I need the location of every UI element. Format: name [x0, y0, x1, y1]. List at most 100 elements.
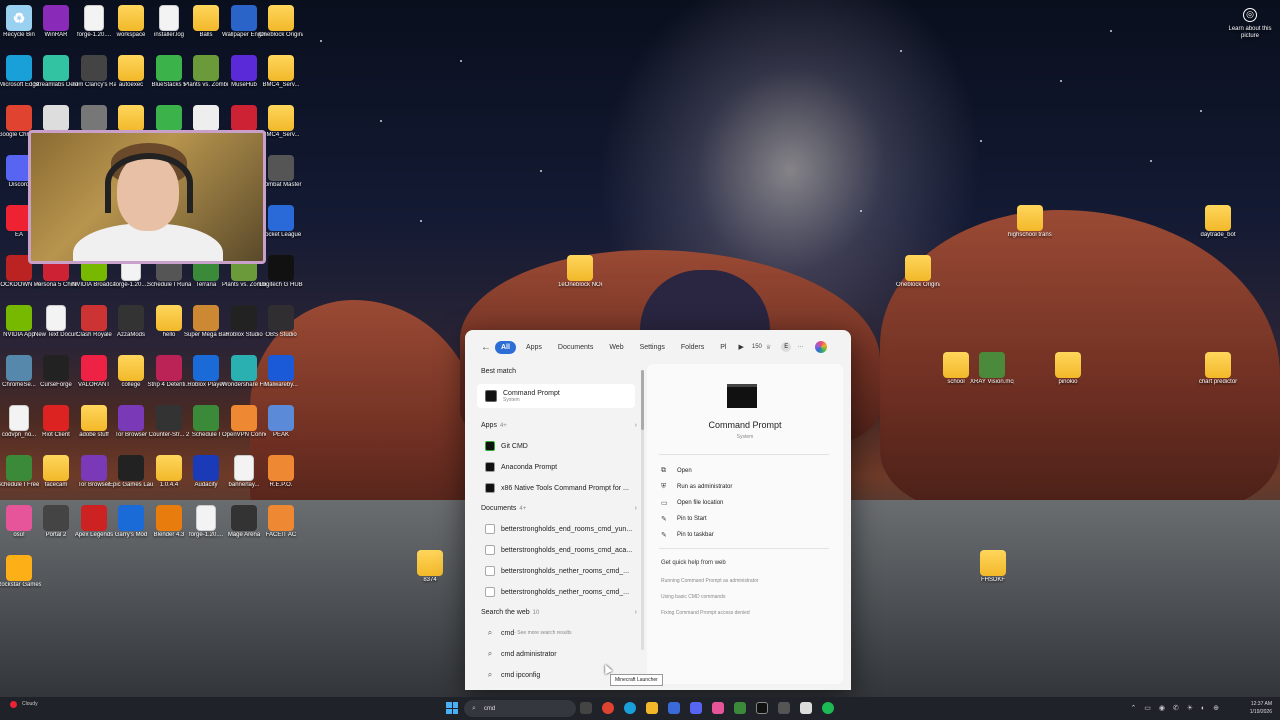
minecraft-launcher-icon[interactable] — [734, 702, 746, 714]
result-document[interactable]: betterstrongholds_end_rooms_cmd_aca... — [477, 540, 635, 560]
scrollbar-thumb[interactable] — [641, 370, 644, 430]
web-help-link[interactable]: Using basic CMD commands — [661, 594, 725, 600]
action-pin-to-taskbar[interactable]: ✎ Pin to taskbar — [661, 528, 714, 542]
trophy-icon: ♕ — [765, 344, 772, 351]
folder-icon — [1205, 205, 1231, 231]
app-icon — [268, 155, 294, 181]
desktop-icon[interactable]: XRAY Vision.mcp... — [970, 352, 1014, 386]
filter-settings[interactable]: Settings — [634, 341, 671, 354]
store-icon[interactable] — [668, 702, 680, 714]
learn-about-picture[interactable]: ◎ Learn about this picture — [1228, 8, 1272, 40]
filter-folders[interactable]: Folders — [675, 341, 710, 354]
rewards-points[interactable]: 150 — [752, 344, 762, 350]
terminal-icon[interactable] — [756, 702, 768, 714]
desktop-icon[interactable]: OBS Studio — [259, 305, 303, 339]
spotify-icon[interactable] — [822, 702, 834, 714]
result-document[interactable]: betterstrongholds_nether_rooms_cmd_... — [477, 561, 635, 581]
result-x86-native-tools[interactable]: x86 Native Tools Command Prompt for ... — [477, 478, 635, 498]
task-view-icon[interactable] — [580, 702, 592, 714]
filter-all[interactable]: All — [495, 340, 516, 354]
desktop-icon[interactable]: R.E.P.O. — [259, 455, 303, 489]
discord-icon[interactable] — [690, 702, 702, 714]
web-help-link[interactable]: Running Command Prompt as administrator — [661, 578, 759, 584]
chevron-right-icon[interactable]: › — [635, 505, 637, 512]
app-icon — [156, 105, 182, 131]
action-pin-to-start[interactable]: ✎ Pin to Start — [661, 512, 707, 526]
folder-icon: ▭ — [661, 500, 668, 507]
desktop-icon-label: BMC4_Serv... — [262, 82, 300, 88]
app-icon — [268, 505, 294, 531]
chevron-right-icon[interactable]: › — [635, 609, 637, 616]
desktop-icon[interactable]: highschool transcript — [1008, 205, 1052, 239]
desktop-icon[interactable]: Oneblock Original... — [896, 255, 940, 289]
result-command-prompt[interactable]: Command Prompt System — [477, 384, 635, 408]
result-git-cmd[interactable]: Git CMD — [477, 436, 635, 456]
desktop-icon[interactable]: PEAK — [259, 405, 303, 439]
clock[interactable]: 12:37 AM 1/19/2026 — [1250, 700, 1272, 716]
app-icon — [43, 55, 69, 81]
back-arrow-icon[interactable]: ← — [481, 342, 495, 353]
desktop-icon[interactable]: pinokio — [1046, 352, 1090, 386]
app-icon — [118, 305, 144, 331]
action-open-file-location[interactable]: ▭ Open file location — [661, 496, 723, 510]
desktop-icon[interactable]: Malwareby... — [259, 355, 303, 389]
system-tray-icons[interactable]: ⌃ ▭ ◉ ✆ ☀ ◐ ⊕ — [1131, 704, 1223, 712]
search-web-heading[interactable]: Search the web 10 — [481, 609, 539, 616]
more-options-icon[interactable]: ··· — [797, 344, 803, 350]
filter-documents[interactable]: Documents — [552, 341, 599, 354]
desktop-icon[interactable]: Rockstar Games... — [0, 555, 41, 589]
chrome-icon[interactable] — [602, 702, 614, 714]
desktop-icon[interactable]: BMC4_Serv... — [259, 55, 303, 89]
desktop-icon[interactable]: FACEIT AC — [259, 505, 303, 539]
weather-label: Cloudy — [22, 701, 38, 707]
desktop-icon[interactable]: chart predictor — [1196, 352, 1240, 386]
app-icon — [118, 505, 144, 531]
documents-heading[interactable]: Documents 4+ — [481, 505, 526, 512]
edge-icon[interactable] — [624, 702, 636, 714]
desktop-icon[interactable]: Oneblock Original... — [259, 5, 303, 39]
weather-widget[interactable]: Cloudy — [10, 701, 38, 708]
app-icon — [231, 5, 257, 31]
desktop-icon[interactable]: 1eOneblock NOriginal... — [558, 255, 602, 289]
desktop-icon-label: FHSDKF — [981, 577, 1005, 583]
result-document[interactable]: betterstrongholds_end_rooms_cmd_yun... — [477, 519, 635, 539]
result-anaconda-prompt[interactable]: Anaconda Prompt — [477, 457, 635, 477]
search-icon: ⌕ — [487, 670, 493, 679]
filter-apps[interactable]: Apps — [520, 341, 548, 354]
file-explorer-icon[interactable] — [646, 702, 658, 714]
action-run-as-admin[interactable]: ⛨ Run as administrator — [661, 480, 732, 494]
search-icon: ⌕ — [487, 628, 493, 637]
desktop-icon[interactable]: 8374 — [408, 550, 452, 584]
web-help-link[interactable]: Fixing Command Prompt access denied — [661, 610, 750, 616]
filter-web[interactable]: Web — [603, 341, 629, 354]
web-result[interactable]: ⌕ cmd administrator — [477, 644, 635, 664]
taskbar-search-input[interactable]: ⌕ cmd — [464, 700, 576, 717]
copilot-icon[interactable] — [815, 341, 828, 353]
result-document[interactable]: betterstrongholds_nether_rooms_cmd_... — [477, 582, 635, 602]
desktop-icon-label: highschool transcript — [1008, 232, 1052, 238]
app-icon[interactable] — [712, 702, 724, 714]
app-icon — [231, 55, 257, 81]
start-button[interactable] — [446, 702, 458, 714]
app-icon[interactable] — [778, 702, 790, 714]
desktop-icon[interactable]: daytrade_bot — [1196, 205, 1240, 239]
desktop-icon[interactable]: FHSDKF — [971, 550, 1015, 584]
more-filters-arrow-icon[interactable]: ▶ — [738, 343, 743, 351]
web-result[interactable]: ⌕ cmd - See more search results — [477, 623, 635, 643]
app-icon — [81, 355, 107, 381]
taskbar-tooltip: Minecraft Launcher — [610, 674, 663, 686]
app-icon — [43, 405, 69, 431]
app-icon — [6, 505, 32, 531]
search-filter-bar: ← All Apps Documents Web Settings Folder… — [465, 330, 851, 364]
filter-photos[interactable]: Pl — [714, 341, 732, 354]
app-icon — [268, 405, 294, 431]
account-avatar[interactable]: E — [781, 342, 792, 352]
apps-heading[interactable]: Apps 4+ — [481, 422, 507, 429]
desktop-icon-label: pinokio — [1058, 379, 1078, 385]
app-icon — [6, 355, 32, 381]
folder-icon — [193, 5, 219, 31]
chevron-right-icon[interactable]: › — [635, 422, 637, 429]
capcut-icon[interactable] — [800, 702, 812, 714]
action-open[interactable]: ⧉ Open — [661, 464, 692, 478]
app-icon — [81, 455, 107, 481]
